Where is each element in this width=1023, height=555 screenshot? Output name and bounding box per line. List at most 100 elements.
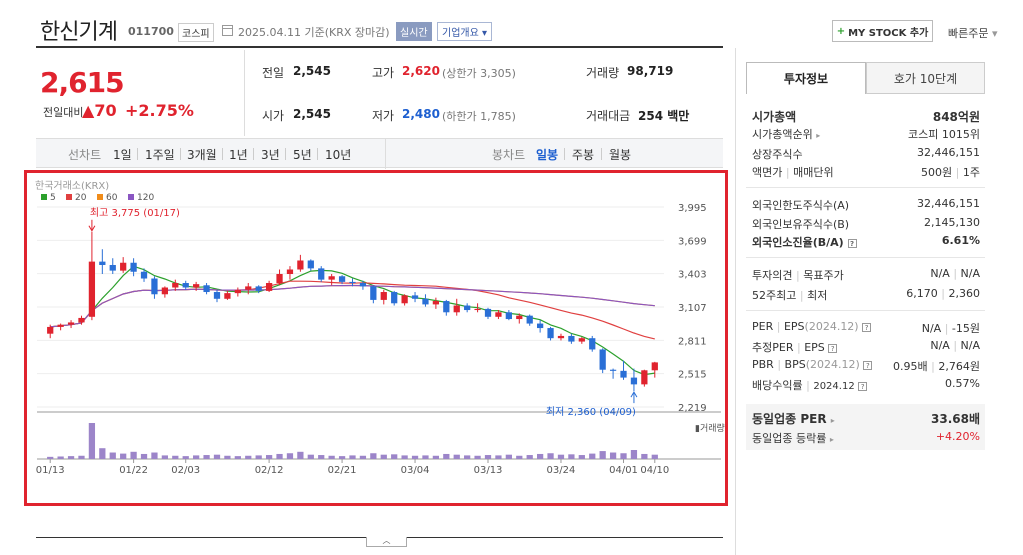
opinion-value: N/A | N/A [930,267,980,280]
ma-line-120 [50,284,655,328]
y-tick-label: 2,515 [678,370,707,381]
cap-rank-value: 코스피 1015위 [908,128,980,141]
volume-bar [67,456,75,459]
legend-label: 5 [50,193,56,203]
help-icon[interactable]: ? [847,238,857,248]
volume-bar [276,453,283,459]
volume-label: ▮거래량 [695,422,725,434]
pbr-value: 0.95배 | 2,764원 [893,360,980,373]
period-separator [137,148,138,160]
tab-hoga-10[interactable]: 호가 10단계 [866,62,985,94]
candle-chart-label: 봉차트 [492,148,526,162]
realtime-tag[interactable]: 실시간 [396,22,432,41]
max-label: 최고 3,775 (01/17) [90,207,180,219]
per-value: N/A | -15원 [921,322,980,335]
min-label: 최저 2,360 (04/09) [546,406,636,418]
volume-bar [245,455,252,459]
volume-bar [401,455,408,459]
plus-icon: + [836,25,846,37]
volume-bar [391,454,398,459]
candle-body [568,335,575,342]
volume-bar [557,454,565,459]
candle-body [182,283,189,288]
period-bar: 선차트 1일 1주일 3개월 1년 3년 5년 10년 봉차트 일봉 주봉 월봉 [36,138,723,169]
candle-body [338,276,346,282]
candle-weekly[interactable]: 주봉 [572,146,594,163]
volume-bar [453,454,460,459]
period-1w[interactable]: 1주일 [145,146,175,163]
tab-invest-info[interactable]: 투자정보 [746,62,866,94]
candle-body [297,260,304,270]
add-mystock-button[interactable]: + MY STOCK 추가 [832,20,933,42]
par-label: 액면가 | 매매단위 [752,166,834,179]
volume-bar [484,455,492,459]
candle-body [328,276,335,280]
candle-body [213,292,221,299]
volume-bar [443,453,450,459]
help-icon[interactable]: ? [863,360,873,370]
volume-bars: ▮거래량 [47,422,725,459]
quick-order-dropdown[interactable]: 빠른주문 ▾ [948,25,998,41]
volume-bar [328,455,335,459]
period-3m[interactable]: 3개월 [187,146,217,163]
volume-bar [589,453,596,459]
add-mystock-label: MY STOCK 추가 [848,27,929,39]
candle-body [140,271,148,279]
volume-bar [78,455,85,459]
y-tick-label: 3,403 [678,270,707,281]
period-bar-divider [385,139,386,169]
volume-bar [286,453,294,459]
volume-bar [568,454,575,459]
foreign-limit-label: 외국인한도주식수(A) [752,199,850,212]
volume-bar [47,456,54,459]
line-chart-label: 선차트 [68,148,102,162]
right-panel-divider [735,48,736,555]
company-profile-dropdown[interactable]: 기업개요 ▾ [437,22,493,41]
volume-bar [318,455,325,459]
est-per-value: N/A | N/A [930,339,980,352]
volume-bar [88,423,96,459]
section-divider [746,310,985,311]
period-3y[interactable]: 3년 [261,146,280,163]
candle-daily[interactable]: 일봉 [536,146,558,163]
change-rate: +2.75% [125,101,194,120]
volume-bar [516,455,523,459]
period-1y[interactable]: 1년 [229,146,248,163]
chart-legend: 5 20 60 120 [41,193,154,203]
volume-bar [578,455,585,459]
legend-label: 20 [75,193,87,203]
cap-rank-label: 시가총액순위 ▸ [752,128,821,141]
candle-body [286,269,294,275]
candle-body [265,283,273,291]
help-icon[interactable]: ? [862,322,872,332]
candle-body [193,284,200,288]
candle-body [349,281,356,284]
open-label: 시가 [262,109,285,123]
volume-label: 거래량 [586,66,620,80]
candle-body [276,274,283,284]
volume-bar [432,455,440,459]
stock-header: 한신기계 011700 코스피 2025.04.11 기준(KRX 장마감) 실… [0,0,1023,48]
candle-body [370,286,377,300]
candlestick-chart-svg: 한국거래소(KRX) 5 20 60 120 3,995 3,699 3,403 3,107… [35,180,725,476]
period-5y[interactable]: 5년 [293,146,312,163]
volume-bar [474,455,481,459]
period-10y[interactable]: 10년 [325,146,351,163]
candle-body [130,262,137,272]
candle-body [578,338,585,342]
price-change-value: 70 [94,101,117,120]
candle-monthly[interactable]: 월봉 [609,146,631,163]
candle-body [359,283,367,287]
x-tick-label: 02/03 [171,465,200,476]
candle-body [432,301,440,305]
high-value: 2,620 [402,64,440,78]
period-separator [222,148,223,160]
caret-right-icon: ▸ [830,416,835,425]
period-1d[interactable]: 1일 [113,146,132,163]
help-icon[interactable]: ? [858,381,868,391]
help-icon[interactable]: ? [828,343,838,353]
collapse-button[interactable]: ︿ [366,537,407,547]
prev-close-label: 전일 [262,66,285,80]
price-chart[interactable]: 한국거래소(KRX) 5 20 60 120 3,995 3,699 3,403 3,107… [24,170,728,506]
volume-bar [609,452,617,459]
